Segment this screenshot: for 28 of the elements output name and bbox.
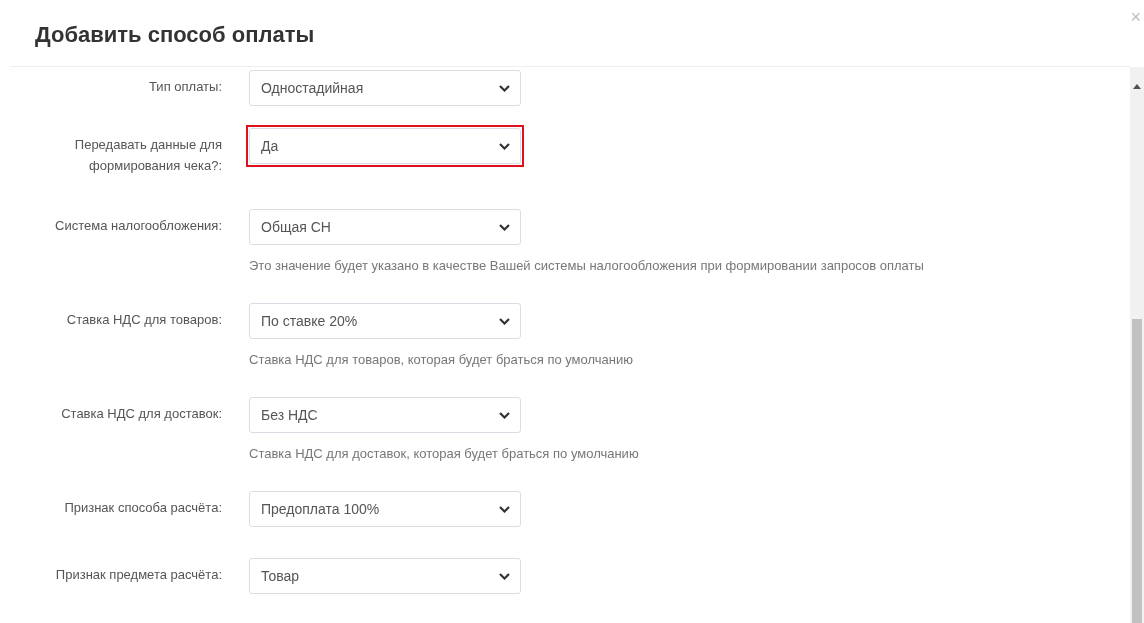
chevron-down-icon — [499, 84, 510, 92]
scroll-up-icon[interactable] — [1133, 84, 1141, 89]
select-field[interactable]: По ставке 20% — [249, 303, 521, 339]
field-label: Ставка НДС для товаров: — [65, 311, 222, 329]
field-label: Признак способа расчёта: — [63, 499, 222, 517]
chevron-down-icon — [499, 142, 510, 150]
scrollbar[interactable] — [1130, 67, 1144, 623]
select-field[interactable]: Без НДС — [249, 397, 521, 433]
field-label: Передавать данные для формирования чека?: — [73, 136, 222, 175]
field-label: Система налогообложения: — [54, 217, 222, 235]
chevron-down-icon — [499, 317, 510, 325]
field-label: Тип оплаты: — [148, 78, 222, 96]
field-label: Ставка НДС для доставок: — [60, 405, 222, 423]
chevron-down-icon — [499, 572, 510, 580]
help-text: Ставка НДС для товаров, которая будет браться по умолчанию — [249, 351, 633, 369]
help-text: Ставка НДС для доставок, которая будет браться по умолчанию — [249, 445, 639, 463]
select-field[interactable]: Одностадийная — [249, 70, 521, 106]
chevron-down-icon — [499, 223, 510, 231]
chevron-down-icon — [499, 411, 510, 419]
select-field[interactable]: Предоплата 100% — [249, 491, 521, 527]
chevron-down-icon — [499, 505, 510, 513]
select-field[interactable]: Товар — [249, 558, 521, 594]
dialog-title: Добавить способ оплаты — [35, 21, 315, 48]
select-field[interactable]: Общая СН — [249, 209, 521, 245]
scroll-thumb[interactable] — [1132, 319, 1142, 623]
field-label: Признак предмета расчёта: — [54, 566, 222, 584]
help-text: Это значение будет указано в качестве Вашей системы налогообложения при формировании запросов оплаты — [249, 257, 924, 275]
select-field[interactable]: Да — [249, 128, 521, 164]
